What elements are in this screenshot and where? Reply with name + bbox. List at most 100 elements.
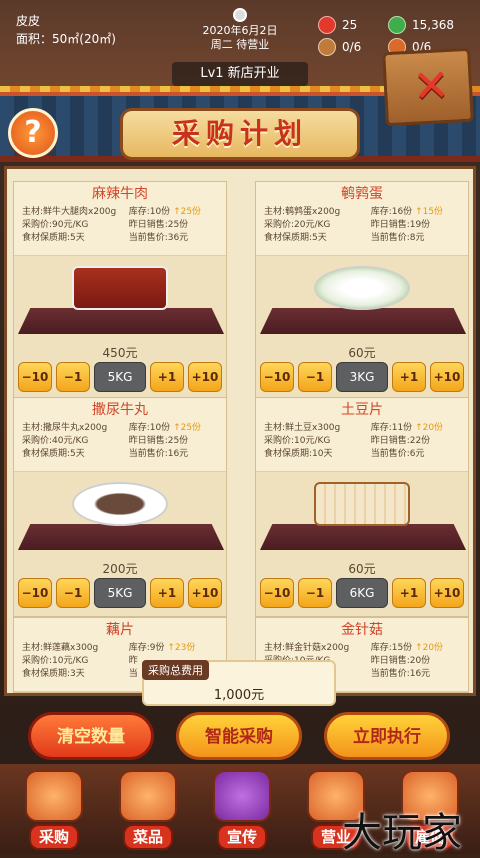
total-cost-value: 1,000元 bbox=[213, 688, 265, 703]
current-price: 当前售价:36元 bbox=[128, 233, 189, 243]
close-icon: ✕ bbox=[411, 59, 452, 113]
minus10-button[interactable]: −10 bbox=[18, 362, 52, 392]
dish-icon bbox=[119, 770, 177, 822]
plus10-button[interactable]: +10 bbox=[188, 578, 222, 608]
minus1-button[interactable]: −1 bbox=[298, 362, 332, 392]
plus10-button[interactable]: +10 bbox=[430, 578, 464, 608]
cost: 200元 bbox=[102, 562, 138, 576]
stock: 库存:15份 bbox=[370, 643, 413, 653]
yesterday-sales: 昨日销售:22份 bbox=[370, 436, 431, 446]
stock-line: 库存:10份 ↑25份 bbox=[129, 206, 218, 219]
total-cost-box: 采购总费用 1,000元 bbox=[142, 660, 336, 706]
main-ingredient: 主材:鲜莲藕x300g bbox=[22, 643, 99, 653]
staff-counter-a: 0/6 bbox=[318, 38, 361, 56]
nav-label: 宣传 bbox=[216, 824, 267, 850]
ingredient-card: 鹌鹑蛋 主材:鹌鹑蛋x200g 库存:16份 ↑15份 采购价:20元/KG 昨… bbox=[255, 181, 469, 401]
nav-purchase[interactable]: 采购 bbox=[16, 770, 92, 850]
stock: 库存:9份 bbox=[128, 643, 165, 653]
vegetable-basket-icon bbox=[25, 770, 83, 822]
plus10-button[interactable]: +10 bbox=[430, 362, 464, 392]
minus10-button[interactable]: −10 bbox=[260, 578, 294, 608]
nav-promotion[interactable]: 宣传 bbox=[204, 770, 280, 850]
stock: 库存:10份 bbox=[128, 423, 171, 433]
ingredient-name: 鹌鹑蛋 bbox=[341, 186, 383, 202]
hearts-counter: 25 bbox=[318, 16, 357, 34]
current-price: 当前售价:6元 bbox=[370, 449, 425, 459]
quantity-controls: −10 −1 5KG +1 +10 bbox=[14, 362, 226, 400]
main-ingredient: 主材:鹌鹑蛋x200g bbox=[264, 207, 341, 217]
quail-egg-dish-image bbox=[314, 266, 410, 310]
money-counter: 15,368 bbox=[388, 16, 454, 34]
shelf-life: 食材保质期:5天 bbox=[22, 233, 85, 243]
ingredient-name: 藕片 bbox=[106, 622, 134, 638]
ingredient-name: 土豆片 bbox=[341, 402, 383, 418]
staff-a-value: 0/6 bbox=[342, 40, 362, 54]
purchase-price: 采购价:10元/KG bbox=[22, 656, 89, 666]
shelf-life: 食材保质期:3天 bbox=[22, 669, 85, 679]
ingredient-name: 麻辣牛肉 bbox=[92, 186, 148, 202]
weekday-status: 周二 待营业 bbox=[210, 38, 270, 51]
shelf bbox=[260, 308, 466, 334]
stock-up: ↑25份 bbox=[173, 207, 202, 217]
shelf bbox=[18, 308, 224, 334]
stock-line: 库存:15份 ↑20份 bbox=[371, 642, 460, 655]
dish-display bbox=[14, 256, 226, 344]
main-ingredient: 主材:鲜土豆x300g bbox=[264, 423, 341, 433]
execute-now-button[interactable]: 立即执行 bbox=[324, 712, 450, 760]
video-icon bbox=[213, 770, 271, 822]
stock-line: 库存:10份 ↑25份 bbox=[129, 422, 218, 435]
cost: 60元 bbox=[348, 562, 376, 576]
plus1-button[interactable]: +1 bbox=[392, 362, 426, 392]
hearts-value: 25 bbox=[342, 18, 358, 32]
stock-line: 库存:9份 ↑23份 bbox=[129, 642, 218, 655]
cash-icon bbox=[388, 16, 406, 34]
minus10-button[interactable]: −10 bbox=[18, 578, 52, 608]
yesterday-sales: 昨日销售:25份 bbox=[128, 436, 189, 446]
current-price: 当前售价:16元 bbox=[128, 449, 189, 459]
minus1-button[interactable]: −1 bbox=[56, 362, 90, 392]
beef-ball-dish-image bbox=[72, 482, 168, 526]
plus1-button[interactable]: +1 bbox=[392, 578, 426, 608]
plus1-button[interactable]: +1 bbox=[150, 362, 184, 392]
total-cost-label: 采购总费用 bbox=[142, 660, 209, 680]
player-info: 皮皮 面积：50㎡(20㎡) bbox=[16, 12, 116, 48]
ingredient-name: 撒尿牛丸 bbox=[92, 402, 148, 418]
level-banner: Lv1 新店开业 bbox=[172, 62, 308, 86]
minus10-button[interactable]: −10 bbox=[260, 362, 294, 392]
stock-up: ↑20份 bbox=[415, 423, 444, 433]
quantity-controls: −10 −1 3KG +1 +10 bbox=[256, 362, 468, 400]
minus1-button[interactable]: −1 bbox=[298, 578, 332, 608]
clear-quantity-button[interactable]: 清空数量 bbox=[28, 712, 154, 760]
quantity-value: 5KG bbox=[94, 578, 146, 608]
close-button[interactable]: ✕ bbox=[382, 47, 474, 127]
watermark: 大玩家 bbox=[342, 810, 462, 856]
money-value: 15,368 bbox=[412, 18, 454, 32]
ingredient-name: 金针菇 bbox=[341, 622, 383, 638]
current-price: 当前售价:16元 bbox=[370, 669, 431, 679]
main-ingredient: 主材:鲜牛大腿肉x200g bbox=[22, 207, 117, 217]
stock-up: ↑25份 bbox=[173, 423, 202, 433]
purchase-board[interactable]: 麻辣牛肉 主材:鲜牛大腿肉x200g 库存:10份 ↑25份 采购价:90元/K… bbox=[4, 166, 476, 696]
plus10-button[interactable]: +10 bbox=[188, 362, 222, 392]
card-info: 土豆片 主材:鲜土豆x300g 库存:11份 ↑20份 采购价:10元/KG 昨… bbox=[256, 398, 468, 472]
help-button[interactable]: ? bbox=[8, 108, 58, 158]
ingredient-card: 麻辣牛肉 主材:鲜牛大腿肉x200g 库存:10份 ↑25份 采购价:90元/K… bbox=[13, 181, 227, 401]
nav-dishes[interactable]: 菜品 bbox=[110, 770, 186, 850]
nav-label: 采购 bbox=[28, 824, 79, 850]
current-price: 当前售价:8元 bbox=[370, 233, 425, 243]
stock: 库存:11份 bbox=[370, 423, 413, 433]
yesterday-sales: 昨日销售:19份 bbox=[370, 220, 431, 230]
smart-purchase-button[interactable]: 智能采购 bbox=[176, 712, 302, 760]
chef-icon bbox=[318, 38, 336, 56]
quantity-value: 6KG bbox=[336, 578, 388, 608]
plus1-button[interactable]: +1 bbox=[150, 578, 184, 608]
quantity-value: 3KG bbox=[336, 362, 388, 392]
cost: 450元 bbox=[102, 346, 138, 360]
minus1-button[interactable]: −1 bbox=[56, 578, 90, 608]
heart-icon bbox=[318, 16, 336, 34]
main-ingredient: 主材:鲜金针菇x200g bbox=[264, 643, 350, 653]
quantity-controls: −10 −1 5KG +1 +10 bbox=[14, 578, 226, 616]
dish-display bbox=[14, 472, 226, 560]
card-info: 撒尿牛丸 主材:撒尿牛丸x200g 库存:10份 ↑25份 采购价:40元/KG… bbox=[14, 398, 226, 472]
stock-up: ↑15份 bbox=[415, 207, 444, 217]
